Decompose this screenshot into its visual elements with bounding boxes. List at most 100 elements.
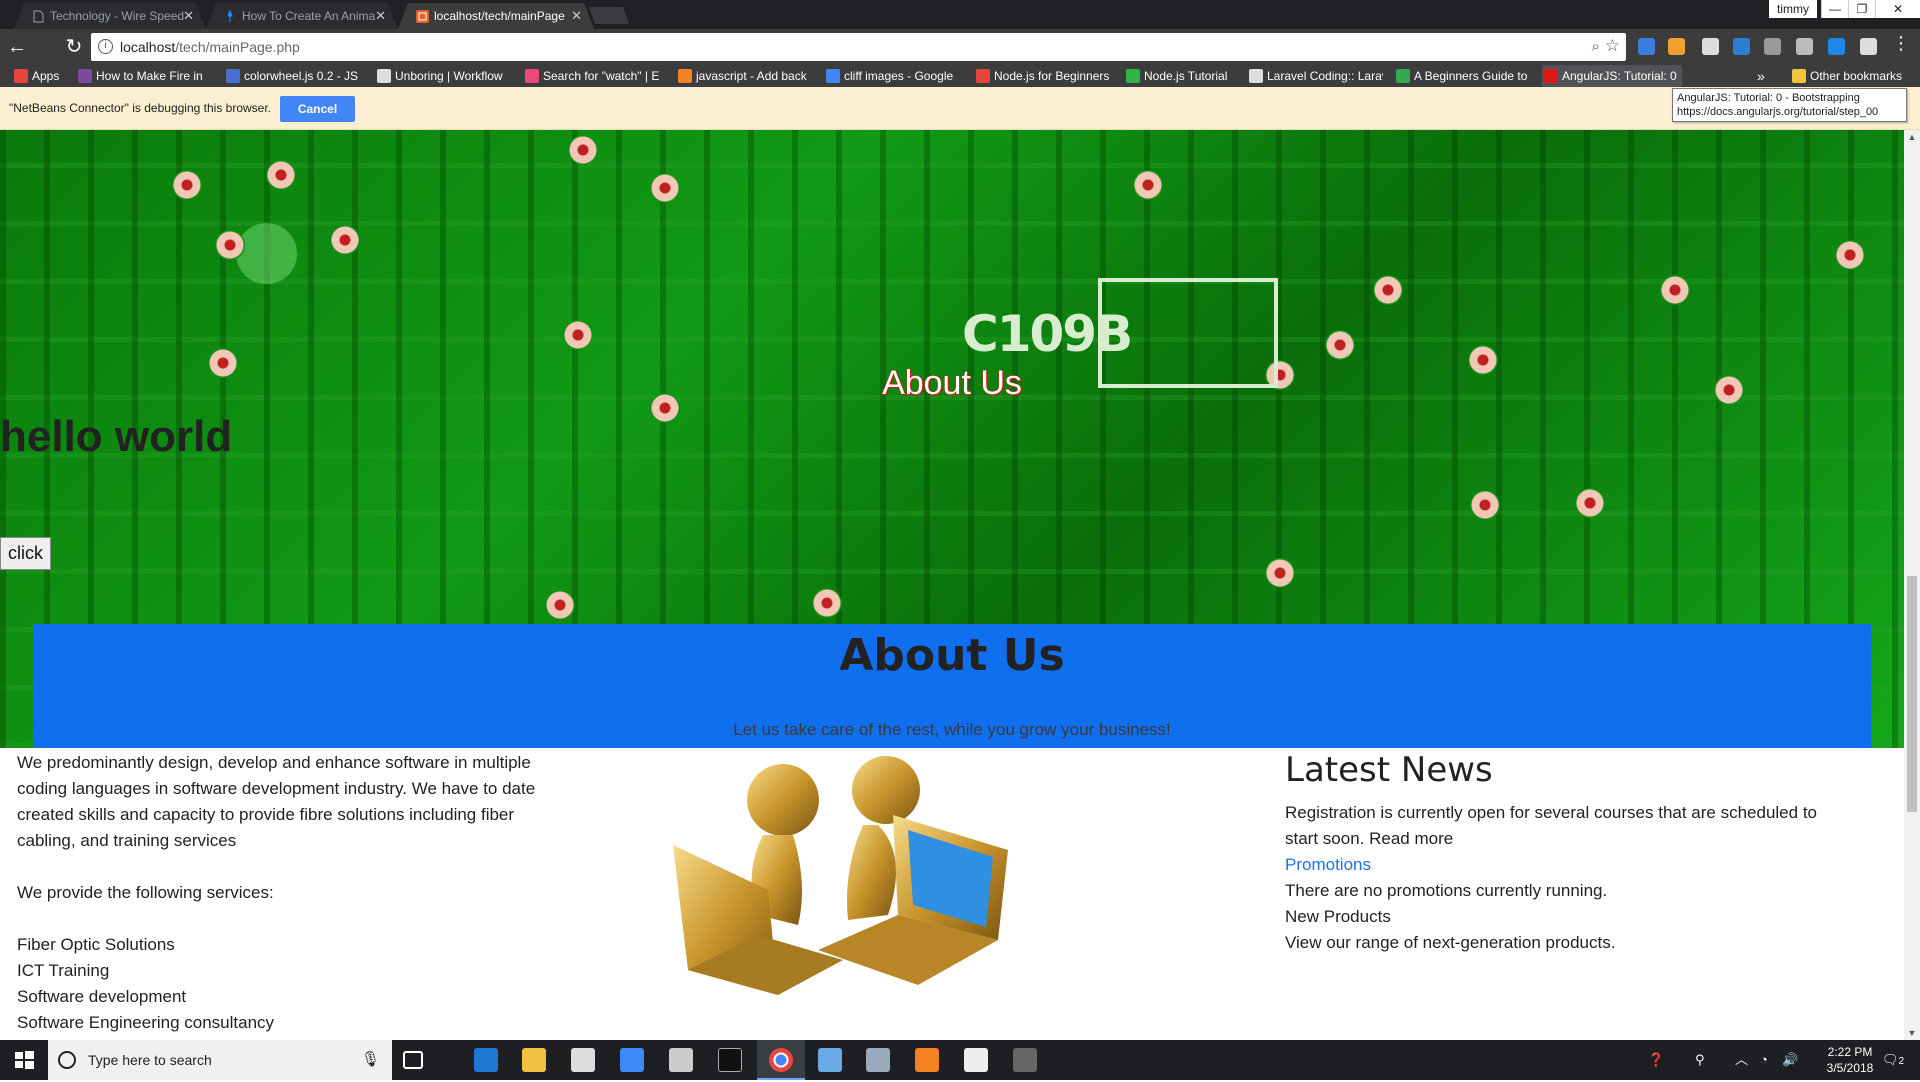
bookmark-item[interactable]: A Beginners Guide to <box>1394 65 1530 87</box>
chrome-icon[interactable] <box>769 1048 793 1072</box>
bookmark-label: Laravel Coding:: Larav <box>1267 69 1383 83</box>
mail-extension-icon[interactable] <box>1702 38 1719 55</box>
site-icon <box>1126 69 1140 83</box>
scroll-up-icon[interactable]: ▲ <box>1904 132 1920 142</box>
about-paragraph: We predominantly design, develop and enh… <box>17 753 536 850</box>
people-icon[interactable]: ⚲ <box>1695 1040 1705 1080</box>
page-icon <box>32 10 45 23</box>
circuit-pad <box>1835 240 1865 270</box>
bookmark-label: colorwheel.js 0.2 - JS <box>244 69 359 83</box>
menu-icon[interactable]: ⋮ <box>1892 33 1910 54</box>
terminal-icon[interactable] <box>718 1048 742 1072</box>
back-icon[interactable]: ← <box>5 35 29 59</box>
bookmark-item[interactable]: Laravel Coding:: Larav <box>1247 65 1383 87</box>
banner-subtitle: Let us take care of the rest, while you … <box>733 720 1171 739</box>
windows-start-icon[interactable] <box>0 1040 48 1080</box>
site-icon <box>377 69 391 83</box>
debug-infobar: "NetBeans Connector" is debugging this b… <box>0 87 1920 130</box>
close-window-button[interactable]: ✕ <box>1875 0 1920 18</box>
maximize-button[interactable]: ❐ <box>1848 0 1875 18</box>
bookmark-item[interactable]: cliff images - Google <box>824 65 964 87</box>
promotions-link[interactable]: Promotions <box>1285 852 1845 878</box>
edge-icon[interactable] <box>474 1048 498 1072</box>
info-icon[interactable]: i <box>98 39 113 54</box>
click-button[interactable]: click <box>0 537 51 570</box>
extension-icon[interactable] <box>1828 38 1845 55</box>
bookmark-item[interactable]: Search for "watch" | E <box>523 65 659 87</box>
bookmarks-overflow-icon[interactable]: » <box>1757 65 1765 87</box>
products-text: View our range of next-generation produc… <box>1285 933 1616 952</box>
bookmark-apps[interactable]: Apps <box>12 65 70 87</box>
windows-taskbar: Type here to search 🎙 ❓ ⚲ ︿ ◔ 🔊 2:22 PM … <box>0 1040 1920 1080</box>
minimize-button[interactable]: — <box>1821 0 1848 18</box>
extension-icon[interactable] <box>1638 38 1655 55</box>
news-column: Latest News Registration is currently op… <box>1285 750 1845 956</box>
new-tab-button[interactable] <box>588 7 630 24</box>
circuit-pad <box>545 590 575 620</box>
bookmark-item[interactable]: Unboring | Workflow <box>375 65 511 87</box>
site-icon <box>78 69 92 83</box>
help-icon[interactable]: ❓ <box>1648 1040 1664 1080</box>
extension-icon[interactable] <box>1764 38 1781 55</box>
circuit-pad <box>568 135 598 165</box>
service-item: Software Engineering consultancy <box>17 1013 275 1032</box>
app-icon[interactable] <box>1013 1048 1037 1072</box>
file-explorer-icon[interactable] <box>522 1048 546 1072</box>
profile-name[interactable]: timmy <box>1769 0 1817 18</box>
star-icon[interactable]: ☆ <box>1605 36 1620 56</box>
circuit-pad <box>1575 488 1605 518</box>
extension-icon[interactable] <box>1733 38 1750 55</box>
page-scrollbar[interactable]: ▲ ▼ <box>1904 130 1920 1040</box>
microphone-icon[interactable]: 🎙 <box>361 1050 380 1068</box>
volume-icon[interactable]: 🔊 <box>1782 1040 1798 1080</box>
other-bookmarks[interactable]: Other bookmarks <box>1790 65 1916 87</box>
bookmark-item[interactable]: AngularJS: Tutorial: 0 <box>1542 65 1682 87</box>
clock[interactable]: 2:22 PM 3/5/2018 <box>1820 1044 1880 1076</box>
tab-technology[interactable]: Technology - Wire Speed ✕ <box>14 3 206 29</box>
bookmark-item[interactable]: colorwheel.js 0.2 - JS <box>224 65 360 87</box>
bookmark-label: A Beginners Guide to <box>1414 69 1528 83</box>
bookmark-tooltip: AngularJS: Tutorial: 0 - Bootstrapping h… <box>1672 88 1907 122</box>
extension-icon[interactable] <box>1668 38 1685 55</box>
scroll-down-icon[interactable]: ▼ <box>1904 1028 1920 1038</box>
dropbox-icon[interactable] <box>620 1048 644 1072</box>
scrollbar-thumb[interactable] <box>1907 576 1917 812</box>
hello-heading: hello world <box>0 412 233 461</box>
bookmark-item[interactable]: Node.js for Beginners <box>974 65 1114 87</box>
cancel-button[interactable]: Cancel <box>280 96 355 122</box>
circuit-pad <box>1133 170 1163 200</box>
extension-icon[interactable] <box>1796 38 1813 55</box>
google-icon <box>826 69 840 83</box>
virtualbox-icon[interactable] <box>818 1048 842 1072</box>
zoom-icon[interactable]: ⌕ <box>1592 38 1600 55</box>
folder-icon <box>1792 69 1806 83</box>
close-icon[interactable]: ✕ <box>571 3 582 29</box>
circuit-pad <box>563 320 593 350</box>
notifications-icon[interactable]: 🗨2 <box>1882 1040 1904 1082</box>
blender-icon[interactable] <box>915 1048 939 1072</box>
address-bar[interactable]: i localhost/tech/mainPage.php ⌕ ☆ <box>91 33 1626 61</box>
bookmark-item[interactable]: javascript - Add back <box>676 65 812 87</box>
photos-icon[interactable] <box>964 1048 988 1072</box>
store-icon[interactable] <box>571 1048 595 1072</box>
circuit-pad <box>215 230 245 260</box>
reload-icon[interactable]: ↻ <box>62 35 86 59</box>
tab-localhost[interactable]: localhost/tech/mainPage ✕ <box>398 3 594 29</box>
task-view-icon[interactable] <box>403 1051 423 1069</box>
show-hidden-icons[interactable]: ︿ <box>1735 1040 1748 1080</box>
word-extension-icon[interactable] <box>1860 38 1877 55</box>
bookmark-item[interactable]: How to Make Fire in <box>76 65 210 87</box>
clock-date: 3/5/2018 <box>1826 1061 1874 1075</box>
network-icon[interactable]: ◔ <box>1760 1040 1768 1080</box>
bookmark-label: Node.js for Beginners <box>994 69 1110 83</box>
tooltip-title: AngularJS: Tutorial: 0 - Bootstrapping <box>1677 92 1860 104</box>
mail-icon[interactable] <box>669 1048 693 1072</box>
tab-animation[interactable]: How To Create An Anima ✕ <box>206 3 398 29</box>
url-text[interactable]: localhost/tech/mainPage.php <box>120 33 300 61</box>
bookmark-item[interactable]: Node.js Tutorial <box>1124 65 1236 87</box>
taskbar-search[interactable]: Type here to search 🎙 <box>48 1040 392 1080</box>
gold-figures-laptops-image <box>673 756 1008 995</box>
close-icon[interactable]: ✕ <box>183 3 194 29</box>
app-icon[interactable] <box>866 1048 890 1072</box>
close-icon[interactable]: ✕ <box>375 3 386 29</box>
